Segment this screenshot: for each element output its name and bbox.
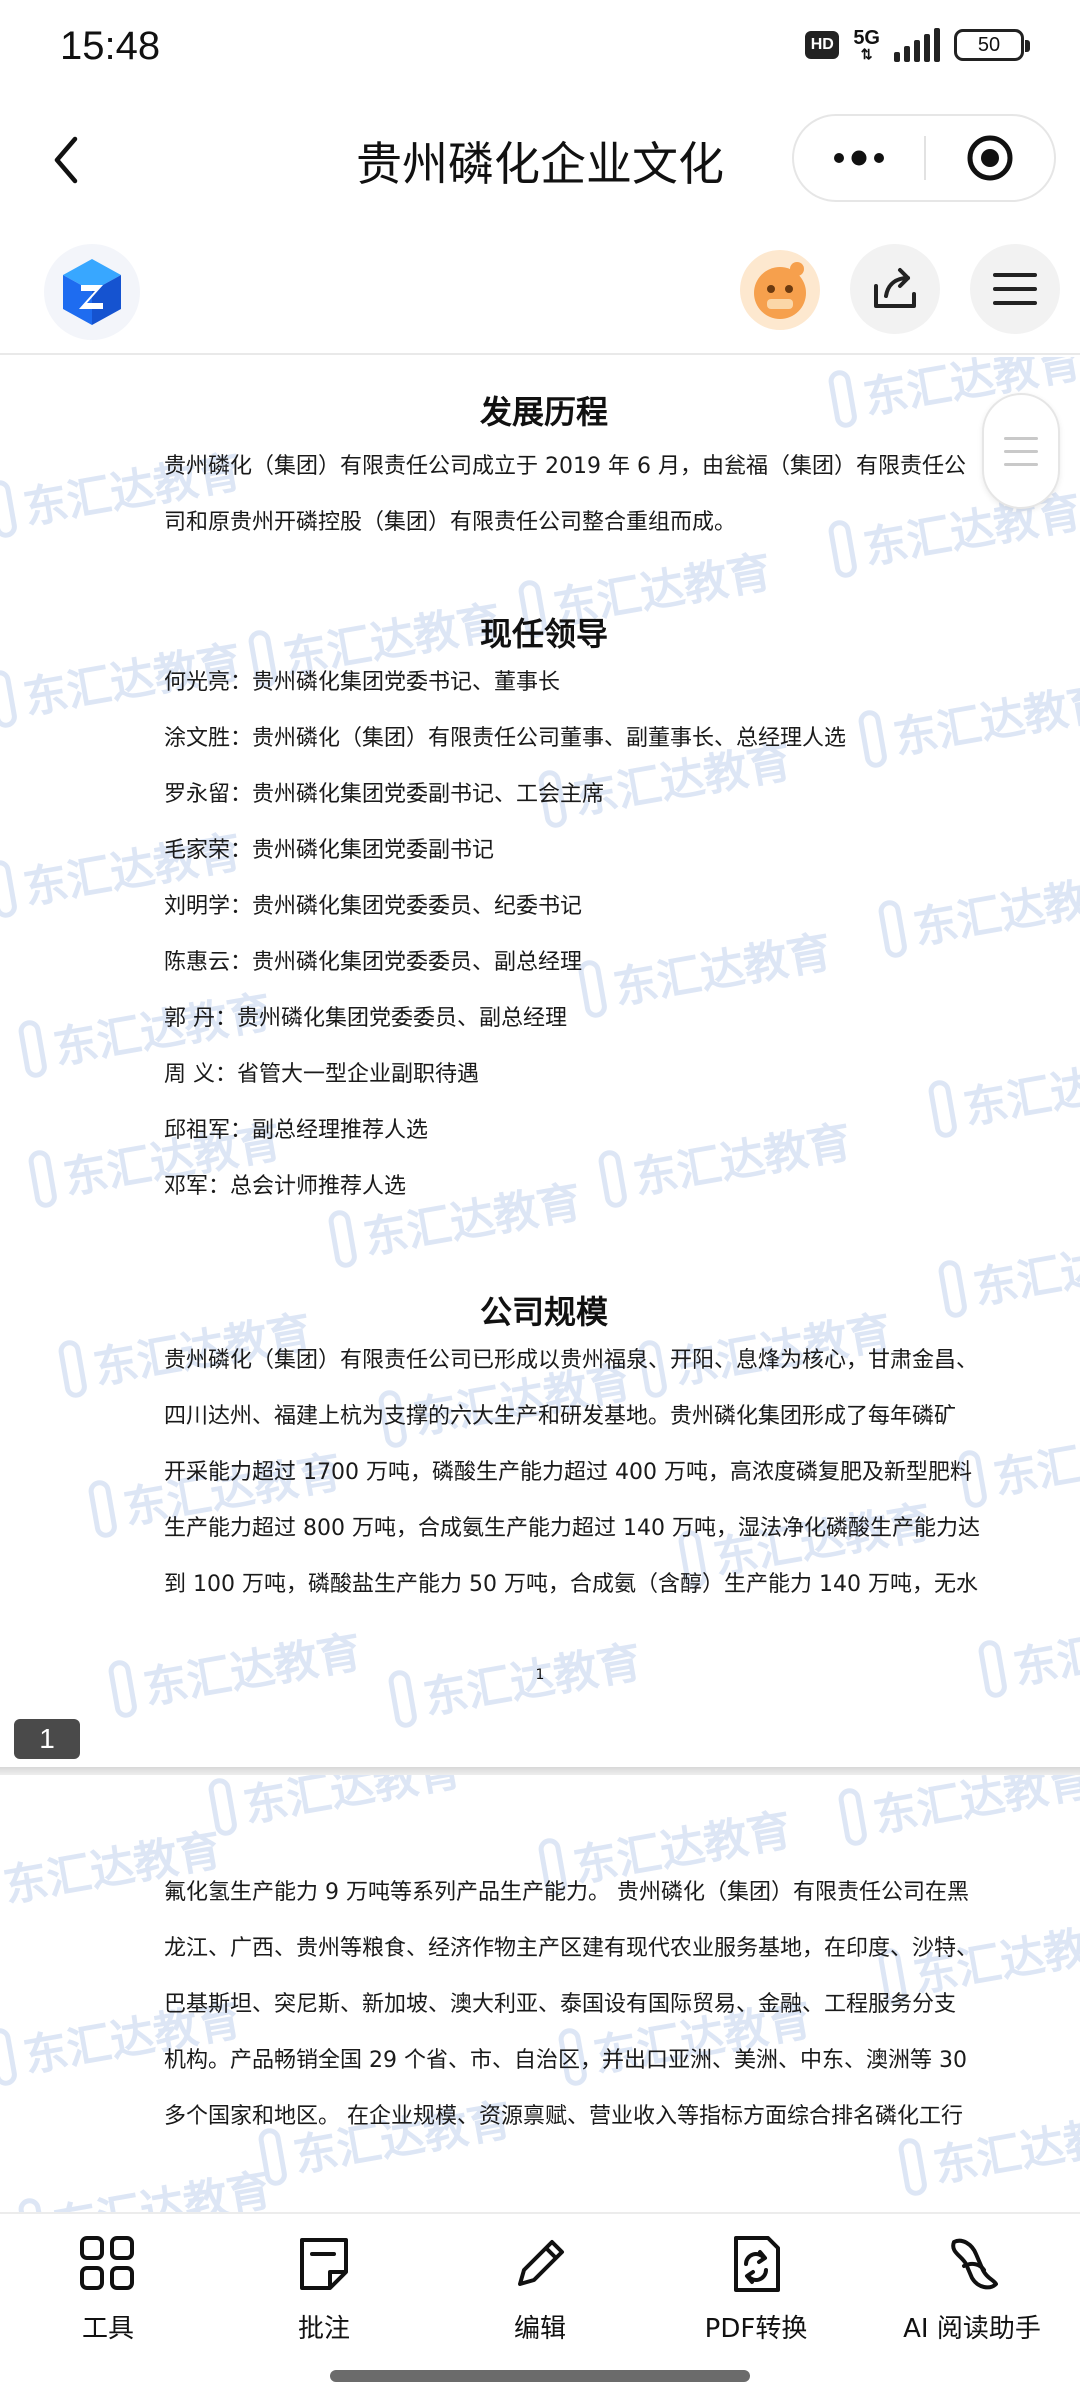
section-title: 发展历程 bbox=[479, 393, 608, 431]
doc-toolbar bbox=[0, 230, 1080, 355]
tools-button[interactable]: 工具 bbox=[8, 2232, 208, 2352]
annotate-icon bbox=[292, 2232, 356, 2296]
watermark: 东汇达教育 bbox=[836, 1775, 1080, 1850]
watermark: 东汇达教育 bbox=[926, 1036, 1080, 1143]
leader-line: 何光亮：贵州磷化集团党委书记、董事长 bbox=[164, 670, 561, 695]
leader-line: 邓军：总会计师推荐人选 bbox=[164, 1174, 407, 1199]
paragraph-line: 龙江、广西、贵州等粮食、经济作物主产区建有现代农业服务基地，在印度、沙特、 bbox=[164, 1936, 979, 1961]
more-dots-icon bbox=[834, 150, 884, 166]
pdf-convert-button[interactable]: PDF转换 bbox=[656, 2232, 856, 2352]
data-arrows-icon: ⇅ bbox=[860, 46, 873, 62]
edit-label: 编辑 bbox=[513, 2314, 566, 2344]
paragraph-line: 机构。产品畅销全国 29 个省、市、自治区，并出口亚洲、美洲、中东、澳洲等 30 bbox=[164, 2048, 967, 2073]
section-scale: 公司规模 贵州磷化（集团）有限责任公司已形成以贵州福泉、开阳、息烽为核心，甘肃金… bbox=[164, 1287, 980, 1613]
leader-line: 毛家荣：贵州磷化集团党委副书记 bbox=[164, 838, 495, 863]
cube-logo-icon bbox=[63, 259, 121, 325]
edit-button[interactable]: 编辑 bbox=[440, 2232, 640, 2352]
status-bar: 15:48 HD 5G ⇅ 50 bbox=[0, 0, 1080, 100]
close-miniprogram-button[interactable] bbox=[926, 116, 1054, 200]
mini-program-capsule bbox=[792, 114, 1056, 202]
page-separator bbox=[0, 1767, 1080, 1775]
paragraph-line: 生产能力超过 800 万吨，合成氨生产能力超过 140 万吨，湿法净化磷酸生产能… bbox=[164, 1516, 980, 1541]
battery-icon: 50 bbox=[954, 29, 1030, 61]
paragraph-line: 四川达州、福建上杭为支撑的六大生产和研发基地。贵州磷化集团形成了每年磷矿 bbox=[164, 1404, 957, 1429]
watermark: 东汇达教育 bbox=[16, 2154, 275, 2212]
mascot-avatar[interactable] bbox=[740, 250, 820, 330]
status-time: 15:48 bbox=[60, 24, 161, 68]
watermark: 东汇达教育 bbox=[936, 1216, 1080, 1323]
section-history: 发展历程 贵州磷化（集团）有限责任公司成立于 2019 年 6 月，由瓮福（集团… bbox=[164, 387, 966, 551]
current-page-badge[interactable]: 1 bbox=[14, 1719, 80, 1759]
nav-bar: 贵州磷化企业文化 bbox=[0, 110, 1080, 210]
document-viewer[interactable]: 东汇达教育 东汇达教育 东汇达教育 东汇达教育 东汇达教育 东汇达教育 东汇达教… bbox=[0, 357, 1080, 2212]
leader-line: 陈惠云：贵州磷化集团党委委员、副总经理 bbox=[164, 950, 583, 975]
doc-page-1: 东汇达教育 东汇达教育 东汇达教育 东汇达教育 东汇达教育 东汇达教育 东汇达教… bbox=[0, 357, 1080, 1767]
paragraph-line: 氟化氢生产能力 9 万吨等系列产品生产能力。 贵州磷化（集团）有限责任公司在黑 bbox=[164, 1880, 969, 1905]
ai-assistant-button[interactable]: AI 阅读助手 bbox=[872, 2232, 1072, 2352]
more-button[interactable] bbox=[794, 116, 924, 200]
pdf-convert-icon bbox=[724, 2232, 788, 2296]
status-icons: HD 5G ⇅ 50 bbox=[805, 27, 1030, 62]
network-type: 5G bbox=[853, 27, 880, 49]
section-leaders: 现任领导 何光亮：贵州磷化集团党委书记、董事长 涂文胜：贵州磷化（集团）有限责任… bbox=[164, 609, 924, 1215]
app-logo[interactable] bbox=[44, 244, 140, 340]
ai-assistant-label: AI 阅读助手 bbox=[903, 2314, 1041, 2344]
paragraph-line: 开采能力超过 1700 万吨，磷酸生产能力超过 400 万吨，高浓度磷复肥及新型… bbox=[164, 1460, 972, 1485]
annotate-label: 批注 bbox=[297, 2314, 350, 2344]
paragraph-line: 司和原贵州开磷控股（集团）有限责任公司整合重组而成。 bbox=[164, 510, 737, 535]
menu-button[interactable] bbox=[970, 244, 1060, 334]
paragraph-line: 贵州磷化（集团）有限责任公司成立于 2019 年 6 月，由瓮福（集团）有限责任… bbox=[164, 454, 966, 479]
leader-line: 周 义：省管大一型企业副职待遇 bbox=[164, 1062, 479, 1087]
annotate-button[interactable]: 批注 bbox=[224, 2232, 424, 2352]
paragraph-line: 贵州磷化（集团）有限责任公司已形成以贵州福泉、开阳、息烽为核心，甘肃金昌、 bbox=[164, 1348, 979, 1373]
paragraph-line: 巴基斯坦、突尼斯、新加坡、澳大利亚、泰国设有国际贸易、金融、工程服务分支 bbox=[164, 1992, 957, 2017]
leader-line: 刘明学：贵州磷化集团党委委员、纪委书记 bbox=[164, 894, 583, 919]
hamburger-menu-icon bbox=[993, 273, 1037, 305]
mascot-icon bbox=[754, 262, 806, 319]
scroll-handle[interactable] bbox=[982, 393, 1060, 509]
page-footer-number: 1 bbox=[535, 1667, 545, 1683]
target-circle-icon bbox=[967, 135, 1013, 181]
ai-assistant-icon bbox=[940, 2232, 1004, 2296]
grid-tools-icon bbox=[76, 2232, 140, 2296]
screen: 15:48 HD 5G ⇅ 50 贵州磷化企业文化 东汇达教育 东汇达教育 东汇… bbox=[0, 0, 1080, 2400]
chevron-left-icon bbox=[54, 136, 78, 184]
page2-text: 氟化氢生产能力 9 万吨等系列产品生产能力。 贵州磷化（集团）有限责任公司在黑 … bbox=[164, 1865, 979, 2145]
paragraph-line: 多个国家和地区。 在企业规模、资源禀赋、营业收入等指标方面综合排名磷化工行 bbox=[164, 2104, 963, 2129]
share-button[interactable] bbox=[850, 244, 940, 334]
paragraph-line: 到 100 万吨，磷酸盐生产能力 50 万吨，合成氨（含醇）生产能力 140 万… bbox=[164, 1572, 978, 1597]
pencil-icon bbox=[508, 2232, 572, 2296]
share-icon bbox=[874, 268, 916, 308]
pdf-convert-label: PDF转换 bbox=[704, 2314, 808, 2344]
network-indicator: 5G ⇅ bbox=[853, 27, 880, 62]
home-indicator[interactable] bbox=[330, 2370, 750, 2382]
leader-line: 罗永留：贵州磷化集团党委副书记、工会主席 bbox=[164, 782, 605, 807]
bottom-toolbar: 工具 批注 编辑 PDF转换 AI 阅读助手 bbox=[0, 2212, 1080, 2400]
section-title: 公司规模 bbox=[479, 1293, 608, 1331]
leader-line: 邱祖军：副总经理推荐人选 bbox=[164, 1118, 429, 1143]
tools-label: 工具 bbox=[81, 2314, 134, 2344]
leader-line: 郭 丹：贵州磷化集团党委委员、副总经理 bbox=[164, 1006, 567, 1031]
watermark: 东汇达教育 bbox=[956, 1406, 1080, 1513]
leader-line: 涂文胜：贵州磷化（集团）有限责任公司董事、副董事长、总经理人选 bbox=[164, 726, 847, 751]
watermark: 东汇达教育 bbox=[206, 1775, 465, 1840]
signal-icon bbox=[894, 28, 940, 62]
battery-level: 50 bbox=[977, 33, 1001, 56]
doc-page-2: 东汇达教育 东汇达教育 东汇达教育 东汇达教育 东汇达教育 东汇达教育 东汇达教… bbox=[0, 1775, 1080, 2212]
section-title: 现任领导 bbox=[479, 615, 608, 653]
hd-badge: HD bbox=[805, 31, 840, 59]
watermark: 东汇达教育 bbox=[976, 1596, 1080, 1703]
back-button[interactable] bbox=[36, 130, 96, 190]
